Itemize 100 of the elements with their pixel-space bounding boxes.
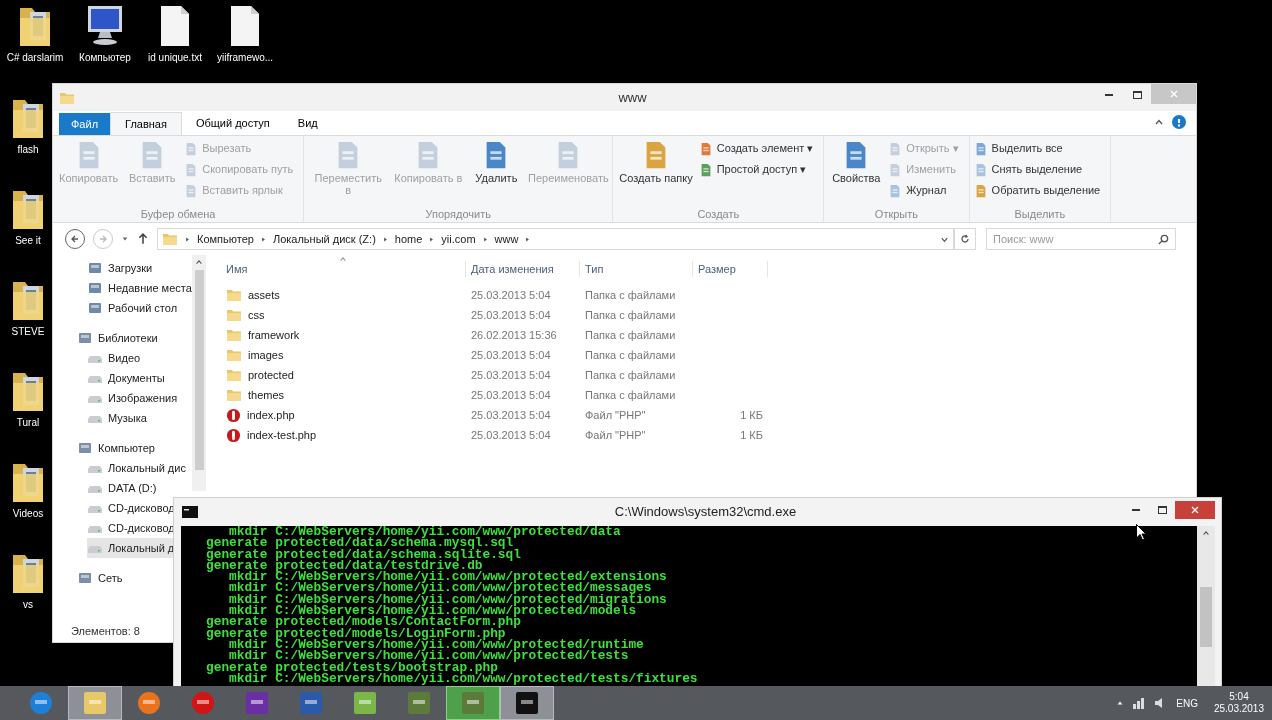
desktop-icon[interactable]: See it	[6, 187, 50, 248]
desktop-icon[interactable]: Компьютер	[70, 4, 140, 65]
search-field[interactable]: Поиск: www	[986, 228, 1176, 250]
ribbon-button[interactable]: Свойства	[828, 140, 885, 206]
network-icon[interactable]	[1132, 697, 1147, 709]
refresh-button[interactable]	[954, 228, 976, 250]
nav-item[interactable]: Библиотеки	[77, 328, 160, 348]
desktop-icon[interactable]: id unique.txt	[140, 4, 210, 65]
console-line: mkdir C:/WebServers/home/yii.com/www/protected/runtime	[229, 638, 644, 651]
tray-caret-icon[interactable]	[1116, 699, 1125, 707]
folder-icon	[226, 327, 242, 343]
breadcrumb-item[interactable]: Компьютер	[197, 230, 254, 248]
app-icon	[459, 690, 487, 716]
nav-item[interactable]: CD-дисковод	[87, 518, 177, 538]
group-label: Выделить	[1013, 207, 1067, 222]
desktop-icon[interactable]: C# darslarim	[0, 4, 70, 65]
folder-icon	[226, 307, 242, 323]
console-line: generate protected/models/ContactForm.php	[205, 616, 521, 628]
caret-icon[interactable]	[121, 235, 129, 243]
search-icon	[1158, 234, 1169, 245]
scroll-up-icon	[1202, 529, 1210, 537]
file-name[interactable]: protected	[248, 366, 294, 384]
column-header[interactable]: Имя	[221, 260, 466, 278]
ribbon-button[interactable]: Создать папку	[617, 140, 695, 206]
window-title: C:\Windows\system32\cmd.exe	[614, 503, 797, 522]
breadcrumb-item[interactable]: yii.com	[441, 230, 476, 248]
column-header[interactable]: Размер	[693, 260, 768, 278]
breadcrumb-item[interactable]: Локальный диск (Z:)	[272, 230, 376, 248]
desktop-icon[interactable]: STEVE	[6, 278, 50, 339]
nav-item[interactable]: CD-дисковод	[87, 498, 177, 518]
ribbon-button[interactable]: Удалить	[468, 140, 525, 206]
file-name[interactable]: css	[248, 306, 265, 324]
ribbon-button[interactable]: Выделить все	[973, 140, 1101, 157]
taskbar-button[interactable]	[500, 686, 554, 720]
table-cell-text: Папка с файлами	[584, 347, 677, 363]
nav-item[interactable]: Локальный дис	[87, 458, 188, 478]
close-icon	[1190, 505, 1200, 515]
table-cell-text: 25.03.2013 5:04	[470, 287, 552, 303]
nav-item[interactable]: DATA (D:)	[87, 478, 159, 498]
nav-item[interactable]: Загрузки	[53, 258, 192, 278]
table-cell-text: 25.03.2013 5:04	[470, 367, 552, 383]
file-name[interactable]: index-test.php	[247, 426, 317, 444]
app-icon	[243, 690, 271, 716]
file-name[interactable]: themes	[248, 386, 285, 404]
breadcrumb-item[interactable]: www	[494, 230, 519, 248]
file-name[interactable]: images	[248, 346, 284, 364]
desktop-icon[interactable]: yiiframewo...	[210, 4, 280, 65]
ribbon-button[interactable]: Снять выделение	[973, 161, 1101, 178]
up-arrow-icon[interactable]	[137, 233, 149, 245]
file-name[interactable]: framework	[248, 326, 300, 344]
ribbon-button[interactable]: Создать элемент ▾	[698, 140, 814, 157]
folder-icon	[226, 387, 242, 403]
ribbon-tab[interactable]: Общий доступ	[181, 112, 284, 135]
group-label: Открыть	[873, 207, 920, 222]
nav-item[interactable]: Сеть	[77, 568, 125, 588]
scrollbar[interactable]	[192, 255, 206, 491]
desktop-icon[interactable]: flash	[6, 96, 50, 157]
collapse-icon[interactable]	[1154, 117, 1164, 127]
folder-icon	[162, 231, 178, 247]
column-header[interactable]: Дата изменения	[466, 260, 580, 278]
clock[interactable]: 5:04 25.03.2013	[1213, 691, 1264, 715]
language-indicator[interactable]: ENG	[1176, 695, 1198, 711]
nav-item[interactable]: Изображения	[87, 388, 180, 408]
breadcrumb-arrow-icon	[184, 235, 191, 243]
address-bar[interactable]: Компьютер Локальный диск (Z:) home yii.com www	[157, 228, 954, 250]
console-line: mkdir C:/WebServers/home/yii.com/www/protected/migrations	[228, 593, 667, 606]
file-name[interactable]: index.php	[247, 406, 295, 424]
nav-item[interactable]: Компьютер	[77, 438, 157, 458]
ribbon-button[interactable]: Журнал	[888, 182, 959, 199]
desktop-icon[interactable]: Videos	[6, 460, 50, 521]
file-tab[interactable]: Файл	[59, 113, 111, 135]
table-cell-text: Папка с файлами	[584, 307, 677, 323]
breadcrumb-item[interactable]: home	[394, 230, 423, 248]
ribbon-tab[interactable]: Главная	[110, 112, 182, 135]
console-line: mkdir C:/WebServers/home/yii.com/www/protected/messages	[228, 582, 652, 594]
folder-icon	[81, 690, 109, 716]
console-line: generate protected/data/schema.sqlite.sql	[205, 548, 521, 560]
table-cell-text: 25.03.2013 5:04	[470, 347, 552, 363]
nav-item[interactable]: Документы	[87, 368, 167, 388]
column-header[interactable]: Тип	[580, 260, 693, 278]
ribbon-button[interactable]: Обратить выделение	[973, 182, 1101, 199]
nav-item[interactable]: Недавние места	[53, 278, 192, 298]
console-line: generate protected/data/testdrive.db	[205, 559, 483, 572]
folder-icon	[226, 367, 242, 383]
breadcrumb-arrow-icon	[381, 235, 389, 243]
nav-item[interactable]: Музыка	[87, 408, 149, 428]
console-line: generate protected/models/LoginForm.php	[205, 627, 506, 639]
nav-item[interactable]: Видео	[87, 348, 143, 368]
nav-item[interactable]: Рабочий стол	[53, 298, 192, 318]
ribbon-button[interactable]: Простой доступ ▾	[698, 161, 814, 178]
scrollbar[interactable]	[1197, 526, 1215, 686]
php-file-icon	[226, 427, 241, 443]
group-label: Буфер обмена	[139, 207, 217, 222]
ribbon-tab[interactable]: Вид	[283, 112, 332, 135]
breadcrumb-arrow-icon	[259, 235, 267, 243]
file-name[interactable]: assets	[248, 286, 280, 304]
desktop-icon[interactable]: vs	[6, 551, 50, 612]
scroll-up-icon	[195, 258, 203, 266]
desktop-icon[interactable]: Tural	[6, 369, 50, 430]
table-cell-text: 1 КБ	[739, 427, 764, 443]
